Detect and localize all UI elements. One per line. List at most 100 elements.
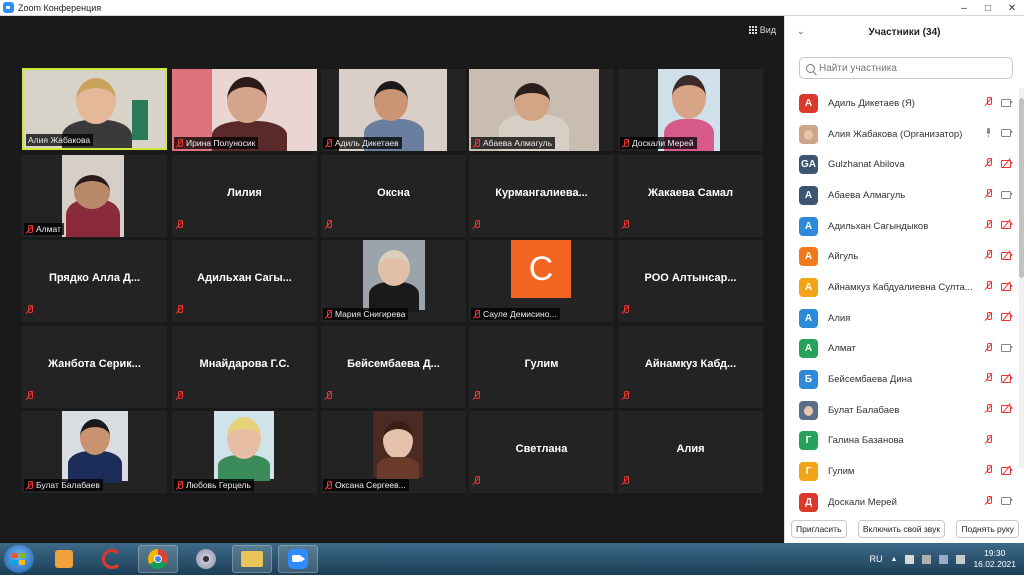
video-tile-adil[interactable]: Адиль Дикетаев	[321, 69, 466, 151]
tile-name: Оксна	[377, 187, 410, 199]
video-tile-svetlana[interactable]: Светлана	[469, 411, 614, 493]
camera-icon	[1001, 343, 1013, 352]
minimize-button[interactable]: –	[952, 0, 976, 16]
participant-row[interactable]: А Алмат	[785, 334, 1019, 365]
mic-muted-icon	[325, 391, 333, 400]
video-tile-doskali[interactable]: Доскали Мерей	[618, 69, 763, 151]
tile-name: Лилия	[227, 187, 262, 199]
participant-list-scrollbar[interactable]	[1019, 88, 1024, 468]
participant-row[interactable]: Алия Жабакова (Организатор)	[785, 119, 1019, 150]
video-tile-adilkhan[interactable]: Адильхан Сагы...	[172, 240, 317, 322]
video-tile-zhanbota[interactable]: Жанбота Серик...	[22, 326, 167, 408]
participant-search[interactable]	[799, 57, 1013, 79]
taskbar-chrome[interactable]	[138, 545, 178, 573]
start-button[interactable]	[4, 545, 34, 573]
video-tile-bulat[interactable]: Булат Балабаев	[22, 411, 167, 493]
close-button[interactable]: ✕	[1000, 0, 1024, 16]
camera-off-icon	[1001, 403, 1013, 414]
camera-icon	[1001, 128, 1013, 138]
taskbar-explorer[interactable]	[232, 545, 272, 573]
participant-row[interactable]: Булат Балабаев	[785, 395, 1019, 426]
taskbar-dvd[interactable]	[186, 545, 226, 573]
video-tile-roo[interactable]: РОО Алтынсар...	[618, 240, 763, 322]
video-tile-zhakaeva[interactable]: Жакаева Самал	[618, 155, 763, 237]
taskbar-ccleaner[interactable]	[92, 545, 132, 573]
view-button[interactable]: Вид	[748, 25, 776, 35]
participant-row[interactable]: А Айнамкуз Кабдуалиевна Султа...	[785, 272, 1019, 303]
video-tile-liliya[interactable]: Лилия	[172, 155, 317, 237]
action-center-icon[interactable]	[922, 554, 932, 564]
video-tile-aliya[interactable]: Алия	[618, 411, 763, 493]
camera-icon	[1001, 496, 1013, 506]
search-icon	[806, 63, 815, 73]
video-tile-oksana[interactable]: Оксана Сергеев...	[321, 411, 466, 493]
taskbar-media-player[interactable]	[44, 545, 84, 573]
participant-row[interactable]: GA Gulzhanat Abilova	[785, 149, 1019, 180]
video-tile-almat[interactable]: Алмат	[22, 155, 167, 237]
avatar	[799, 400, 818, 420]
participant-row[interactable]: А Адильхан Сагындыков	[785, 211, 1019, 242]
video-tile-gulim[interactable]: Гулим	[469, 326, 614, 408]
participant-name: Бейсембаева Дина	[828, 374, 913, 386]
video-tile-abaeva[interactable]: Абаева Алмагуль	[469, 69, 614, 151]
participant-row[interactable]: А Алия	[785, 303, 1019, 334]
participant-row[interactable]: А Адиль Дикетаев (Я)	[785, 88, 1019, 119]
unmute-button[interactable]: Включить свой звук	[857, 519, 946, 538]
video-tile-mnaidarova[interactable]: Мнайдарова Г.С.	[172, 326, 317, 408]
taskbar-zoom[interactable]	[278, 545, 318, 573]
mic-muted-icon	[473, 476, 481, 485]
tile-name-label: Ирина Полуносик	[174, 137, 259, 149]
avatar: Б	[799, 370, 818, 390]
chevron-down-icon[interactable]: ⌄	[797, 26, 805, 37]
avatar: А	[799, 247, 818, 267]
participant-status-icons	[985, 434, 1013, 444]
title-bar: Zoom Конференция – □ ✕	[0, 0, 1024, 16]
video-tile-aliya-zhabakova[interactable]: Алия Жабакова	[22, 68, 167, 150]
mic-muted-icon	[473, 391, 481, 400]
invite-button[interactable]: Пригласить	[791, 519, 847, 538]
network-icon[interactable]	[939, 554, 949, 564]
participant-row[interactable]: Б Бейсембаева Дина	[785, 364, 1019, 395]
video-tile-oksna[interactable]: Оксна	[321, 155, 466, 237]
video-tile-irina[interactable]: Ирина Полуносик	[172, 69, 317, 151]
raise-hand-button[interactable]: Поднять руку	[956, 519, 1019, 538]
mic-muted-icon	[176, 220, 184, 229]
video-tile-pryadko[interactable]: Прядко Алла Д...	[22, 240, 167, 322]
participant-row[interactable]: А Айгуль	[785, 241, 1019, 272]
participant-row[interactable]: Г Галина Базанова	[785, 426, 1019, 457]
flag-icon[interactable]	[905, 554, 915, 564]
tile-name: Курмангалиева...	[495, 187, 588, 199]
maximize-button[interactable]: □	[976, 0, 1000, 16]
participant-video	[214, 411, 274, 481]
video-tile-beisembaeva[interactable]: Бейсембаева Д...	[321, 326, 466, 408]
participant-list: А Адиль Дикетаев (Я) Алия Жабакова (Органи…	[785, 88, 1019, 518]
mic-muted-icon	[985, 219, 993, 229]
avatar: GA	[799, 155, 818, 175]
participant-row[interactable]: Г Гулим	[785, 456, 1019, 487]
tray-expand-icon[interactable]: ▲	[891, 556, 898, 563]
disc-icon	[196, 549, 216, 569]
participant-name: Доскали Мерей	[828, 496, 897, 508]
mic-muted-icon	[26, 391, 34, 400]
participant-video	[363, 240, 425, 312]
participant-status-icons	[985, 311, 1013, 322]
participant-row[interactable]: А Абаева Алмагуль	[785, 180, 1019, 211]
clock-time: 19:30	[984, 548, 1006, 558]
video-tile-ainamkuz[interactable]: Айнамкуз Кабд...	[618, 326, 763, 408]
panel-title: Участники (34)	[868, 27, 941, 38]
avatar: Г	[799, 431, 818, 451]
participant-status-icons	[985, 250, 1013, 260]
avatar-letter: C	[511, 240, 571, 298]
mic-muted-icon	[622, 138, 630, 148]
video-tile-maria[interactable]: Мария Снигирева	[321, 240, 466, 322]
clock[interactable]: 19:30 16.02.2021	[973, 548, 1016, 570]
video-tile-kurmangalieva[interactable]: Курмангалиева...	[469, 155, 614, 237]
video-tile-saule[interactable]: C Сауле Демисино...	[469, 240, 614, 322]
mic-muted-icon	[176, 391, 184, 400]
volume-icon[interactable]	[956, 554, 966, 564]
mic-muted-icon	[985, 434, 993, 444]
windows-logo-icon	[12, 553, 26, 565]
video-tile-lyubov[interactable]: Любовь Герцель	[172, 411, 317, 493]
language-indicator[interactable]: RU	[870, 554, 883, 564]
search-input[interactable]	[819, 62, 999, 74]
